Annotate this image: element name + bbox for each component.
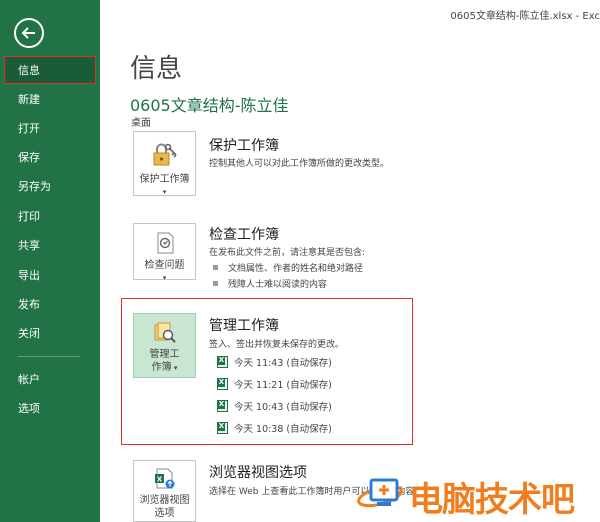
sidebar-item-account[interactable]: 帐户 [0, 366, 100, 394]
manage-workbook-icon [154, 322, 176, 343]
sidebar-item-share[interactable]: 共享 [0, 232, 100, 260]
browser-view-options-label: 浏览器视图 [139, 495, 190, 506]
inspect-problems-label: 检查问题 [144, 260, 185, 271]
document-title: 0605文章结构-陈立佳 [130, 96, 289, 115]
sidebar-divider [18, 356, 80, 357]
sidebar-item-info[interactable]: 信息 [4, 56, 96, 84]
back-arrow-icon [21, 27, 35, 39]
inspect-document-icon [157, 232, 173, 254]
protect-workbook-title: 保护工作簿 [209, 138, 279, 154]
protect-workbook-desc: 控制其他人可以对此工作簿所做的更改类型。 [209, 159, 390, 169]
sidebar-item-close[interactable]: 关闭 [0, 320, 100, 348]
manage-workbook-title: 管理工作簿 [209, 318, 279, 334]
manage-workbook-label: 管理工 [149, 349, 180, 360]
browser-view-options-title: 浏览器视图选项 [209, 465, 307, 481]
excel-file-icon [217, 378, 228, 390]
dropdown-caret-icon: ▾ [171, 364, 178, 372]
autosave-version-item[interactable]: 今天 10:43 (自动保存) [217, 399, 332, 413]
document-path[interactable]: 桌面 [131, 114, 151, 129]
browser-view-options-button[interactable]: X 浏览器视图 选项 [133, 460, 196, 522]
inspect-workbook-title: 检查工作簿 [209, 227, 279, 243]
sidebar-item-publish[interactable]: 发布 [0, 291, 100, 319]
sidebar-item-open[interactable]: 打开 [0, 115, 100, 143]
back-button[interactable] [14, 18, 44, 48]
inspect-workbook-desc: 在发布此文件之前，请注意其是否包含: [209, 248, 366, 258]
watermark: 电脑技术吧 [355, 466, 600, 522]
excel-file-icon [217, 400, 228, 412]
sidebar-item-export[interactable]: 导出 [0, 262, 100, 290]
window-title: 0605文章结构-陈立佳.xlsx - Exc [450, 11, 600, 22]
autosave-version-item[interactable]: 今天 10:38 (自动保存) [217, 421, 332, 435]
dropdown-caret-icon: ▾ [162, 188, 167, 196]
sidebar-item-options[interactable]: 选项 [0, 395, 100, 423]
autosave-version-item[interactable]: 今天 11:43 (自动保存) [217, 355, 332, 369]
lock-key-icon [153, 143, 177, 166]
page-title: 信息 [130, 54, 183, 84]
computer-logo-icon [357, 478, 403, 508]
svg-text:X: X [156, 476, 162, 484]
backstage-sidebar: 信息 新建 打开 保存 另存为 打印 共享 导出 发布 关闭 帐户 选项 [0, 0, 100, 522]
dropdown-caret-icon: ▾ [162, 274, 167, 282]
excel-file-icon [217, 422, 228, 434]
manage-workbook-label: 作簿 ▾ [151, 362, 178, 373]
browser-view-options-label: 选项 [154, 508, 175, 519]
manage-workbook-desc: 签入、签出并恢复未保存的更改。 [209, 340, 345, 350]
watermark-text: 电脑技术吧 [409, 480, 575, 520]
protect-workbook-button[interactable]: 保护工作簿 ▾ [133, 131, 196, 196]
excel-web-icon: X [154, 468, 174, 489]
sidebar-item-print[interactable]: 打印 [0, 203, 100, 231]
inspect-problems-button[interactable]: 检查问题 ▾ [133, 223, 196, 282]
sidebar-item-save[interactable]: 保存 [0, 144, 100, 172]
inspect-bullet-item: 文档属性、作者的姓名和绝对路径 [213, 261, 363, 274]
protect-workbook-label: 保护工作簿 [139, 174, 190, 185]
inspect-bullet-item: 残障人士难以阅读的内容 [213, 277, 327, 290]
excel-file-icon [217, 356, 228, 368]
manage-workbook-button[interactable]: 管理工 作簿 ▾ [133, 313, 196, 378]
sidebar-item-save-as[interactable]: 另存为 [0, 173, 100, 201]
sidebar-item-new[interactable]: 新建 [0, 86, 100, 114]
autosave-version-item[interactable]: 今天 11:21 (自动保存) [217, 377, 332, 391]
